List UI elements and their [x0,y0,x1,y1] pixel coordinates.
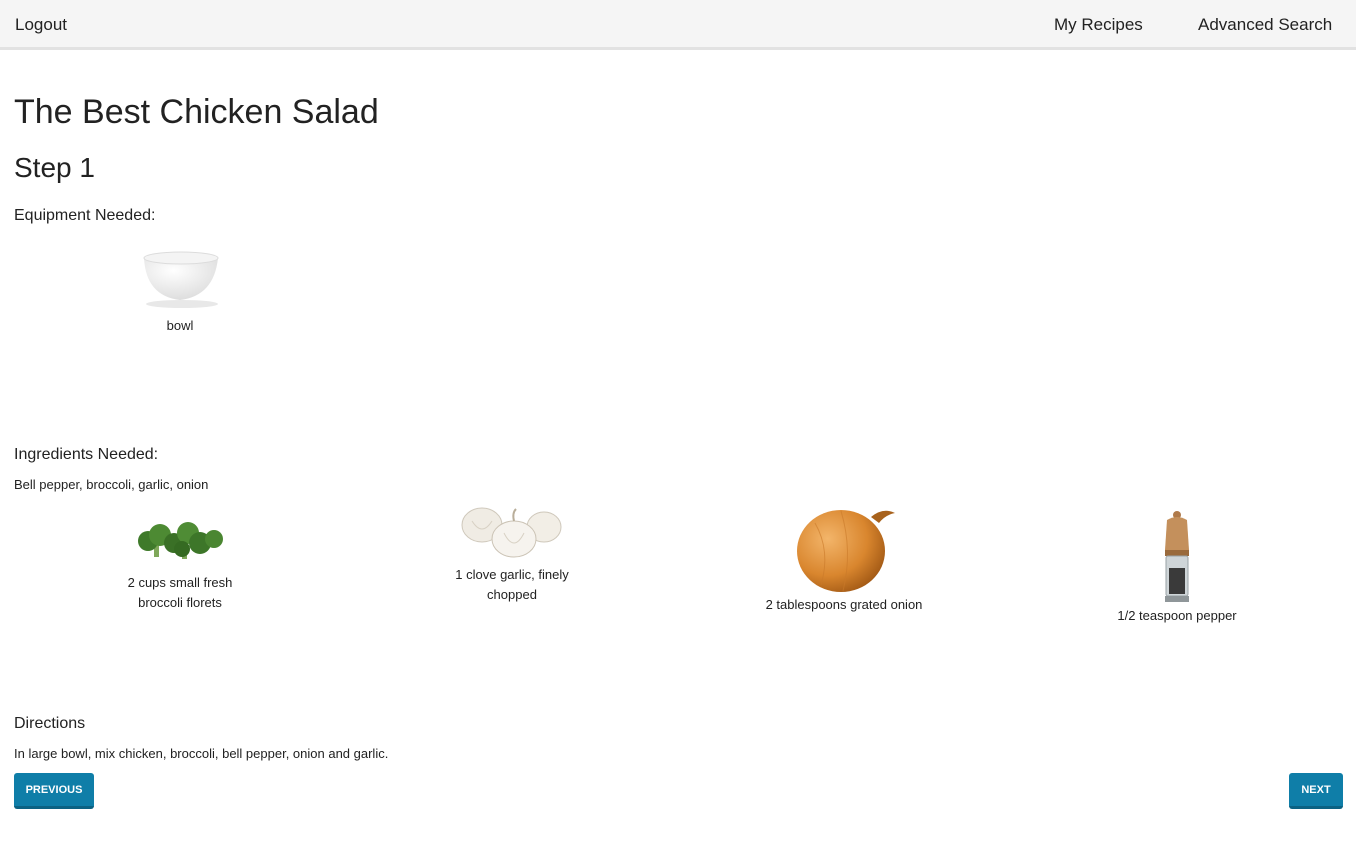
ingredient-label: 1/2 teaspoon pepper [1117,608,1237,623]
garlic-image [461,507,562,558]
ingredient-item-onion: 2 tablespoons grated onion [764,503,924,615]
top-nav-bar: Logout My Recipes Advanced Search [0,0,1356,50]
ingredient-item-garlic: 1 clove garlic, finely chopped [437,503,587,605]
my-recipes-link[interactable]: My Recipes [1054,15,1143,35]
ingredients-heading: Ingredients Needed: [14,446,159,463]
ingredients-summary: Bell pepper, broccoli, garlic, onion [14,477,209,492]
bowl-image [143,251,219,308]
ingredient-label: 1 clove garlic, finely chopped [455,567,569,602]
ingredient-label: 2 tablespoons grated onion [765,597,923,612]
equipment-heading: Equipment Needed: [14,207,156,224]
step-heading: Step 1 [14,152,95,183]
directions-heading: Directions [14,715,86,732]
ingredient-item-broccoli: 2 cups small fresh broccoli florets [110,517,250,613]
ingredient-label: 2 cups small fresh broccoli florets [127,575,233,610]
equipment-item-bowl: bowl [105,248,255,336]
next-button[interactable]: NEXT [1289,773,1343,809]
directions-text: In large bowl, mix chicken, broccoli, be… [14,746,389,761]
ingredient-item-pepper: 1/2 teaspoon pepper [1102,510,1252,626]
pepper-mill-image [1165,511,1189,602]
onion-image [797,510,895,592]
broccoli-image [138,522,223,559]
recipe-title: The Best Chicken Salad [14,93,379,131]
logout-link[interactable]: Logout [15,15,67,35]
equipment-label: bowl [166,318,194,333]
previous-button[interactable]: PREVIOUS [14,773,94,809]
advanced-search-link[interactable]: Advanced Search [1198,15,1332,35]
